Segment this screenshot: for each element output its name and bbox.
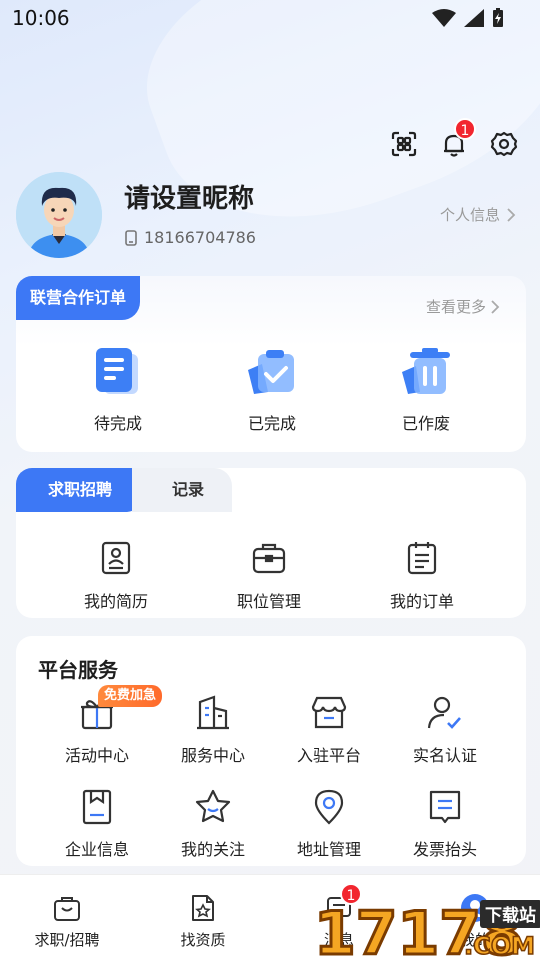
briefcase-icon bbox=[251, 540, 287, 576]
gear-icon bbox=[490, 131, 518, 157]
svc-my-follows[interactable]: 我的关注 bbox=[158, 788, 268, 860]
svc-address-management[interactable]: 地址管理 bbox=[274, 788, 384, 860]
job-tabs: 求职招聘 记录 bbox=[16, 468, 244, 512]
store-icon bbox=[310, 694, 348, 732]
avatar[interactable] bbox=[16, 172, 102, 258]
platform-services-title: 平台服务 bbox=[38, 658, 118, 682]
svc-service-center[interactable]: 服务中心 bbox=[158, 694, 268, 766]
location-pin-icon bbox=[310, 788, 348, 826]
view-more-link[interactable]: 查看更多 bbox=[426, 296, 500, 317]
site-watermark: 17178 下载站 .COM bbox=[313, 894, 540, 960]
job-item-positions-label: 职位管理 bbox=[236, 592, 301, 611]
chevron-right-icon bbox=[507, 207, 516, 222]
status-time: 10:06 bbox=[12, 6, 70, 30]
building-icon bbox=[194, 694, 232, 732]
user-check-icon bbox=[426, 694, 464, 732]
svc-my-follows-label: 我的关注 bbox=[180, 840, 245, 859]
settings-button[interactable] bbox=[490, 130, 518, 158]
wifi-icon bbox=[432, 9, 456, 27]
svc-company-info-label: 企业信息 bbox=[64, 840, 129, 859]
svc-company-info[interactable]: 企业信息 bbox=[42, 788, 152, 860]
watermark-tag: 下载站 bbox=[485, 905, 536, 926]
order-completed[interactable]: 已完成 bbox=[212, 344, 332, 434]
star-icon bbox=[194, 788, 232, 826]
notification-button[interactable]: 1 bbox=[440, 118, 476, 158]
order-pending-label: 待完成 bbox=[93, 414, 142, 433]
invoice-icon bbox=[426, 788, 464, 826]
order-voided[interactable]: 已作废 bbox=[366, 344, 486, 434]
signal-icon bbox=[464, 9, 484, 27]
status-bar: 10:06 bbox=[0, 0, 540, 36]
phone-icon bbox=[125, 229, 137, 246]
svc-join-platform-label: 入驻平台 bbox=[296, 746, 361, 765]
svc-real-name-auth-label: 实名认证 bbox=[412, 746, 477, 765]
svc-address-management-label: 地址管理 bbox=[296, 840, 361, 859]
personal-info-label: 个人信息 bbox=[439, 206, 500, 224]
header-actions: 1 bbox=[390, 118, 518, 158]
battery-icon bbox=[493, 8, 503, 27]
svc-invoice-title[interactable]: 发票抬头 bbox=[390, 788, 500, 860]
tab-records[interactable]: 记录 bbox=[132, 468, 232, 512]
platform-services-card: 平台服务 活动中心 服务中心 入驻平台 实名认证 企业信息 我的关注 地址管理 … bbox=[16, 636, 526, 866]
joint-orders-card: 联营合作订单 查看更多 待完成 已完成 已作废 bbox=[16, 276, 526, 452]
promo-badge: 免费加急 bbox=[98, 685, 163, 707]
job-item-resume-label: 我的简历 bbox=[83, 592, 148, 611]
svc-service-center-label: 服务中心 bbox=[180, 746, 245, 765]
scan-button[interactable] bbox=[390, 130, 418, 158]
job-item-positions[interactable]: 职位管理 bbox=[209, 540, 329, 612]
job-item-orders[interactable]: 我的订单 bbox=[362, 540, 482, 612]
job-item-resume[interactable]: 我的简历 bbox=[56, 540, 176, 612]
nav-find-qualification[interactable]: 找资质 bbox=[148, 893, 258, 950]
bag-icon bbox=[52, 893, 82, 923]
completed-clipboard-icon bbox=[244, 344, 300, 400]
job-card: 求职招聘 记录 我的简历 职位管理 我的订单 bbox=[16, 468, 526, 618]
svc-invoice-title-label: 发票抬头 bbox=[412, 840, 477, 859]
svc-activity-center-label: 活动中心 bbox=[64, 746, 129, 765]
order-list-icon bbox=[404, 540, 440, 576]
phone-row: 18166704786 bbox=[124, 228, 256, 247]
personal-info-link[interactable]: 个人信息 bbox=[440, 204, 516, 225]
job-item-orders-label: 我的订单 bbox=[389, 592, 454, 611]
voided-trash-icon bbox=[398, 344, 454, 400]
avatar-illustration-icon bbox=[16, 172, 102, 258]
nav-job-recruitment[interactable]: 求职/招聘 bbox=[12, 893, 122, 950]
tab-job-recruitment[interactable]: 求职招聘 bbox=[16, 468, 144, 512]
order-pending[interactable]: 待完成 bbox=[58, 344, 178, 434]
view-more-label: 查看更多 bbox=[425, 298, 486, 316]
phone-number: 18166704786 bbox=[144, 228, 256, 247]
chevron-right-icon bbox=[491, 299, 500, 314]
order-completed-label: 已完成 bbox=[247, 414, 296, 433]
scan-qr-icon bbox=[391, 131, 417, 157]
svc-join-platform[interactable]: 入驻平台 bbox=[274, 694, 384, 766]
status-icons bbox=[432, 8, 504, 28]
resume-icon bbox=[98, 540, 134, 576]
certificate-icon bbox=[188, 893, 218, 923]
company-info-icon bbox=[78, 788, 116, 826]
nav-job-recruitment-label: 求职/招聘 bbox=[34, 931, 100, 949]
svc-real-name-auth[interactable]: 实名认证 bbox=[390, 694, 500, 766]
order-voided-label: 已作废 bbox=[401, 414, 450, 433]
watermark-domain: .COM bbox=[464, 932, 535, 960]
nav-find-qualification-label: 找资质 bbox=[180, 931, 226, 949]
pending-document-icon bbox=[90, 344, 146, 400]
joint-orders-tag: 联营合作订单 bbox=[16, 276, 141, 320]
notification-badge: 1 bbox=[454, 118, 476, 140]
nickname[interactable]: 请设置昵称 bbox=[124, 178, 254, 215]
